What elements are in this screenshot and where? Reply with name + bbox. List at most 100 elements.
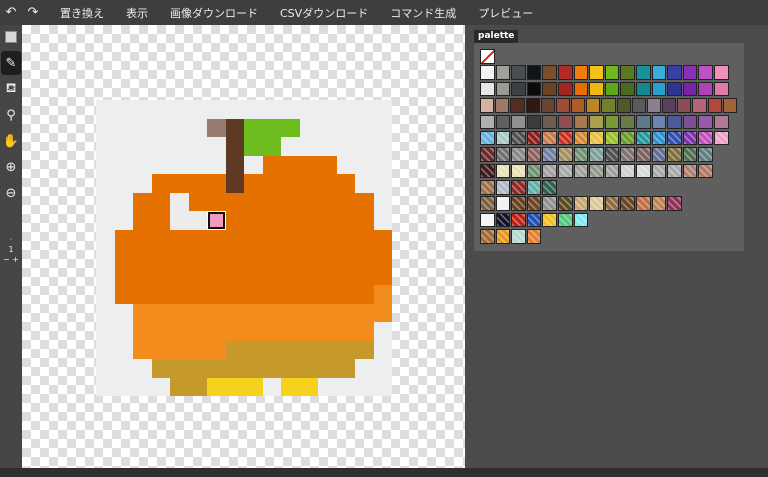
pixel-cell[interactable] xyxy=(133,118,152,137)
pixel-cell[interactable] xyxy=(188,266,207,285)
pixel-cell[interactable] xyxy=(336,285,355,304)
pixel-cell[interactable] xyxy=(244,322,263,341)
palette-swatch[interactable] xyxy=(604,114,620,130)
palette-swatch[interactable] xyxy=(651,196,667,211)
pixel-cell[interactable] xyxy=(299,322,318,341)
pixel-cell[interactable] xyxy=(336,118,355,137)
palette-swatch[interactable] xyxy=(635,147,651,162)
pixel-cell[interactable] xyxy=(170,377,189,396)
palette-swatch[interactable] xyxy=(511,147,526,162)
pixel-cell[interactable] xyxy=(318,174,337,193)
pixel-cell[interactable] xyxy=(151,174,170,193)
pixel-cell[interactable] xyxy=(170,211,189,230)
palette-swatch[interactable] xyxy=(526,65,542,80)
pixel-cell[interactable] xyxy=(244,285,263,304)
palette-swatch[interactable] xyxy=(573,130,589,146)
pixel-cell[interactable] xyxy=(373,377,392,396)
palette-swatch[interactable] xyxy=(495,81,511,97)
pixel-cell[interactable] xyxy=(299,137,318,156)
palette-swatch[interactable] xyxy=(542,130,557,146)
palette-swatch[interactable] xyxy=(635,196,651,211)
pixel-cell[interactable] xyxy=(133,266,152,285)
palette-swatch[interactable] xyxy=(511,180,526,195)
pixel-cell[interactable] xyxy=(170,192,189,211)
pixel-cell[interactable] xyxy=(170,100,189,119)
pixel-cell[interactable] xyxy=(207,155,226,174)
pixel-cell[interactable] xyxy=(225,285,244,304)
pixel-cell[interactable] xyxy=(281,100,300,119)
palette-swatch[interactable] xyxy=(682,81,698,97)
palette-swatch[interactable] xyxy=(604,163,620,179)
pixel-cell[interactable] xyxy=(355,211,374,230)
pixel-cell[interactable] xyxy=(133,155,152,174)
pixel-cell[interactable] xyxy=(299,229,318,248)
pixel-cell[interactable] xyxy=(373,303,392,322)
pixel-cell[interactable] xyxy=(114,211,133,230)
pixel-cell[interactable] xyxy=(133,377,152,396)
pixel-cell[interactable] xyxy=(336,229,355,248)
palette-swatch[interactable] xyxy=(620,147,635,162)
pixel-cell[interactable] xyxy=(355,137,374,156)
pixel-cell[interactable] xyxy=(188,155,207,174)
palette-swatch[interactable] xyxy=(495,229,511,244)
palette-swatch[interactable] xyxy=(480,196,495,211)
pixel-cell[interactable] xyxy=(151,266,170,285)
pixel-cell[interactable] xyxy=(262,266,281,285)
pixel-cell[interactable] xyxy=(170,303,189,322)
pixel-cell[interactable] xyxy=(96,174,115,193)
pixel-cell[interactable] xyxy=(262,359,281,378)
pixel-cell[interactable] xyxy=(281,192,300,211)
palette-swatch[interactable] xyxy=(635,81,651,97)
pixel-cell[interactable] xyxy=(188,340,207,359)
palette-swatch[interactable] xyxy=(526,229,542,244)
pixel-cell[interactable] xyxy=(207,229,226,248)
pixel-cell[interactable] xyxy=(225,248,244,267)
palette-swatch[interactable] xyxy=(495,114,511,130)
palette-swatch[interactable] xyxy=(542,196,557,211)
pixel-cell[interactable] xyxy=(225,359,244,378)
pixel-cell[interactable] xyxy=(225,192,244,211)
palette-swatch[interactable] xyxy=(495,98,510,113)
palette-swatch[interactable] xyxy=(526,114,542,130)
pixel-cell[interactable] xyxy=(318,359,337,378)
palette-swatch[interactable] xyxy=(511,114,526,130)
pixel-cell[interactable] xyxy=(225,137,244,156)
pixel-cell[interactable] xyxy=(336,266,355,285)
palette-swatch[interactable] xyxy=(511,196,526,211)
palette-swatch[interactable] xyxy=(620,81,635,97)
palette-swatch[interactable] xyxy=(631,98,646,113)
palette-swatch[interactable] xyxy=(557,147,573,162)
palette-swatch[interactable] xyxy=(511,212,526,228)
pixel-cell[interactable] xyxy=(114,229,133,248)
pixel-cell[interactable] xyxy=(318,100,337,119)
palette-swatch[interactable] xyxy=(557,163,573,179)
palette-swatch[interactable] xyxy=(586,98,601,113)
pixel-cell[interactable] xyxy=(244,155,263,174)
zoom-minus-button[interactable]: − xyxy=(3,255,10,264)
zoom-in-icon[interactable]: ⊕ xyxy=(1,155,21,179)
palette-swatch[interactable] xyxy=(555,98,571,113)
pixel-cell[interactable] xyxy=(207,118,226,137)
palette-swatch[interactable] xyxy=(526,130,542,146)
pixel-cell[interactable] xyxy=(244,359,263,378)
pixel-cell[interactable] xyxy=(151,229,170,248)
palette-swatch[interactable] xyxy=(511,81,526,97)
palette-swatch[interactable] xyxy=(682,147,698,162)
pixel-cell[interactable] xyxy=(373,266,392,285)
pixel-cell[interactable] xyxy=(318,322,337,341)
palette-swatch[interactable] xyxy=(635,130,651,146)
pixel-cell[interactable] xyxy=(133,174,152,193)
pixel-cell[interactable] xyxy=(299,192,318,211)
palette-swatch[interactable] xyxy=(667,196,682,211)
pixel-cell[interactable] xyxy=(299,248,318,267)
pixel-cell[interactable] xyxy=(133,359,152,378)
pixel-cell[interactable] xyxy=(151,100,170,119)
menu-generate-command[interactable]: コマンド生成 xyxy=(390,5,456,21)
palette-swatch[interactable] xyxy=(589,65,604,80)
palette-swatch[interactable] xyxy=(480,81,495,97)
pixel-cell[interactable] xyxy=(355,155,374,174)
pixel-cell[interactable] xyxy=(299,377,318,396)
palette-swatch[interactable] xyxy=(651,147,667,162)
pixel-cell[interactable] xyxy=(225,229,244,248)
pixel-cell[interactable] xyxy=(188,211,207,230)
